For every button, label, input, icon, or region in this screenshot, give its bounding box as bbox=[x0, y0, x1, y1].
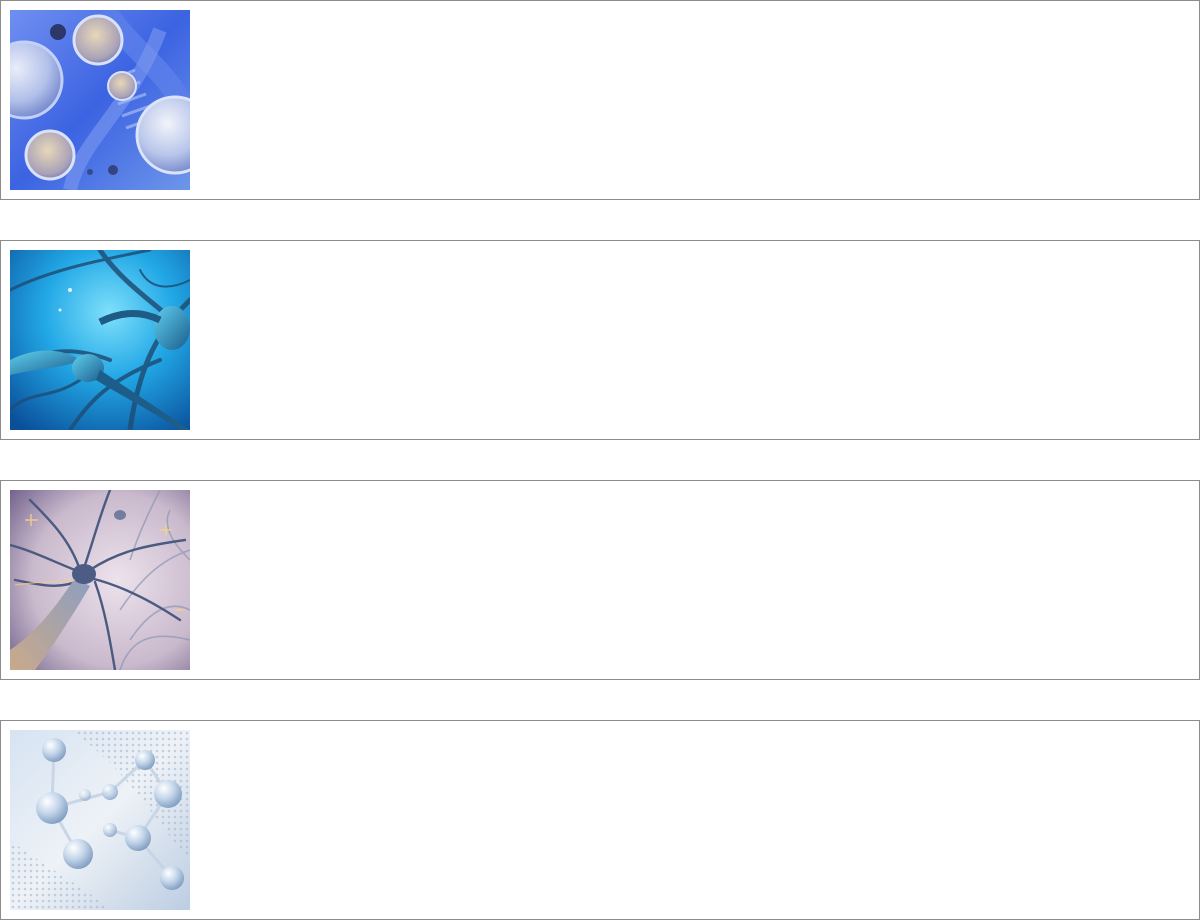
molecule-structure-image-art bbox=[10, 730, 190, 910]
neurons-blue-image[interactable] bbox=[10, 250, 190, 430]
list-card[interactable] bbox=[0, 480, 1200, 680]
neuron-network-image-art bbox=[10, 490, 190, 670]
list-card[interactable] bbox=[0, 240, 1200, 440]
molecule-structure-image[interactable] bbox=[10, 730, 190, 910]
list-card[interactable] bbox=[0, 0, 1200, 200]
stem-cells-dna-image[interactable] bbox=[10, 10, 190, 190]
neurons-blue-image-art bbox=[10, 250, 190, 430]
neuron-network-image[interactable] bbox=[10, 490, 190, 670]
stem-cells-dna-image-art bbox=[10, 10, 190, 190]
card-body bbox=[201, 730, 1190, 910]
card-body bbox=[201, 490, 1190, 670]
list-card[interactable] bbox=[0, 720, 1200, 920]
card-body bbox=[201, 250, 1190, 430]
card-body bbox=[201, 10, 1190, 190]
